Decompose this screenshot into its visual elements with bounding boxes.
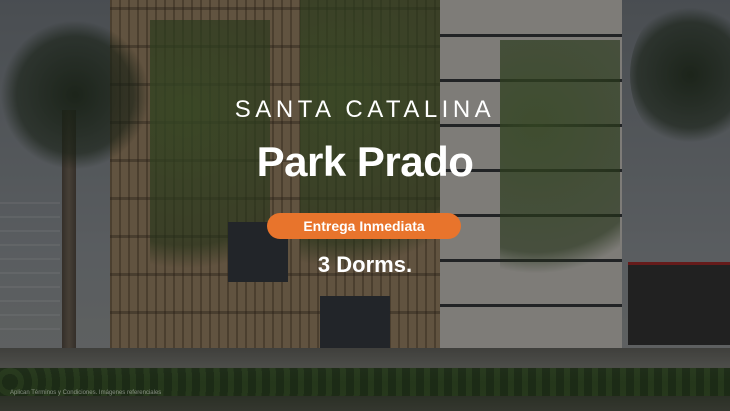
delivery-badge: Entrega Inmediata xyxy=(267,213,461,239)
disclaimer-text: Aplican Términos y Condiciones. Imágenes… xyxy=(10,390,162,396)
project-name: Park Prado xyxy=(256,138,474,185)
bedrooms-label: 3 Dorms. xyxy=(317,252,413,277)
district-title: SANTA CATALINA xyxy=(234,96,496,123)
property-banner[interactable]: SANTA CATALINA Park Prado Entrega Inmedi… xyxy=(0,0,730,411)
banner-content: SANTA CATALINA Park Prado Entrega Inmedi… xyxy=(0,0,730,411)
